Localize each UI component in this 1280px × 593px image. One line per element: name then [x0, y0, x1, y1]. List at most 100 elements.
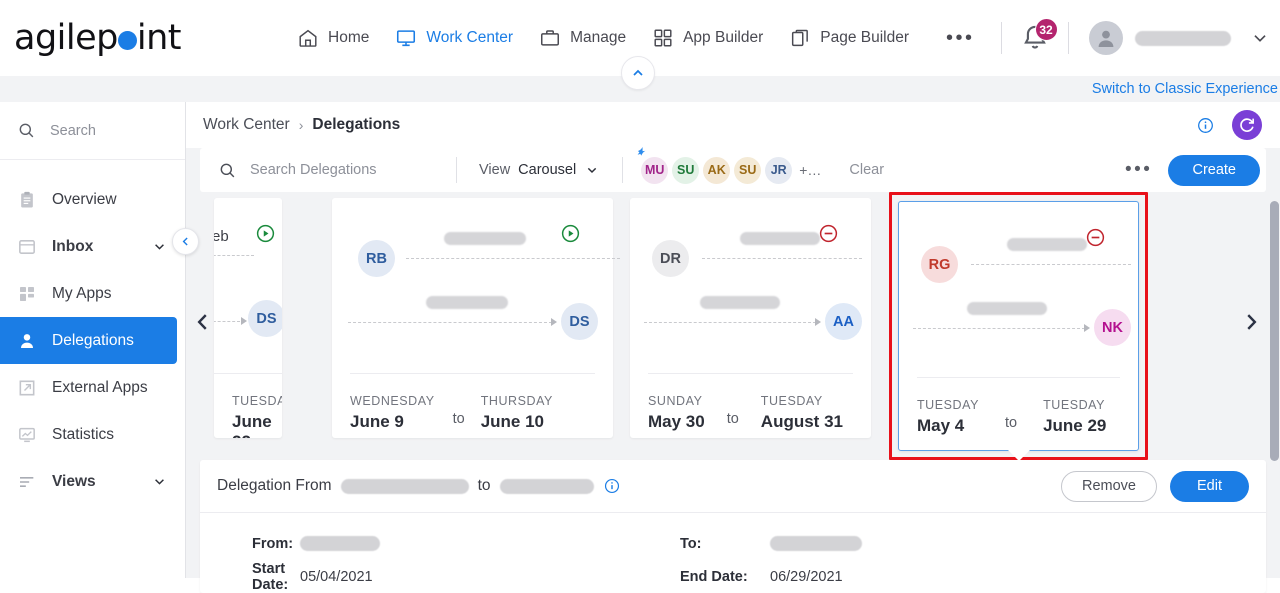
nav-item-app-builder[interactable]: App Builder — [639, 21, 776, 55]
sidebar-item-statistics-label: Statistics — [52, 425, 115, 443]
refresh-button[interactable] — [1232, 110, 1262, 140]
chevron-right-icon — [1247, 314, 1257, 330]
sidebar-item-views[interactable]: Views — [0, 458, 185, 505]
sidebar-item-external-apps-label: External Apps — [52, 378, 148, 396]
sidebar-search[interactable]: Search — [0, 102, 185, 160]
chip-su-1[interactable]: SU — [672, 156, 700, 184]
nav-item-manage[interactable]: Manage — [526, 21, 639, 55]
delegation-card-4-to-initials: NK — [1102, 319, 1123, 336]
status-inactive-minus-icon[interactable] — [818, 223, 839, 244]
left-sidebar: Search Overview Inbox My Apps Delegation… — [0, 102, 186, 578]
sidebar-item-delegations-label: Delegations — [52, 331, 134, 349]
clipboard-icon — [21, 191, 33, 207]
delegation-card-1-start-day: TUESDAY — [232, 394, 282, 408]
monitor-icon — [397, 30, 416, 47]
nav-item-home[interactable]: Home — [284, 21, 382, 55]
chip-more-button[interactable]: +… — [799, 162, 821, 178]
toolbar-right-actions: ••• Create — [1125, 154, 1260, 186]
sidebar-item-views-label: Views — [52, 472, 96, 490]
status-active-play-icon[interactable] — [560, 223, 581, 244]
nav-item-work-center[interactable]: Work Center — [382, 21, 526, 55]
chevron-down-icon[interactable] — [1249, 27, 1271, 49]
sidebar-item-inbox[interactable]: Inbox — [0, 223, 185, 270]
chip-ak[interactable]: AK — [703, 156, 731, 184]
delegation-card-2-from-avatar[interactable]: RB — [358, 240, 395, 277]
delegation-card-4-to-avatar[interactable]: NK — [1094, 309, 1131, 346]
carousel-prev-button[interactable] — [188, 302, 218, 342]
remove-button[interactable]: Remove — [1061, 470, 1157, 502]
search-delegations-input[interactable]: Search Delegations — [206, 161, 456, 180]
status-inactive-minus-icon[interactable] — [1085, 227, 1106, 248]
toolbar-more-button[interactable]: ••• — [1125, 160, 1152, 179]
info-icon[interactable] — [1196, 116, 1215, 135]
delegation-card-1-to-initials: DS — [256, 310, 277, 327]
sidebar-item-delegations[interactable]: Delegations — [0, 317, 177, 364]
detail-row-dates: Start Date: 05/04/2021 End Date: 06/29/2… — [200, 560, 1266, 593]
chip-jr-label: JR — [770, 163, 787, 177]
delegation-card-4-to-word: to — [1004, 415, 1018, 431]
nav-more-button[interactable]: ••• — [936, 28, 985, 48]
carousel-cards: eb DS TUESDAY June 22 — [214, 192, 1148, 466]
delegation-card-1-start: TUESDAY June 22 — [232, 394, 282, 438]
chip-su-2-label: SU — [739, 163, 757, 177]
carousel-next-button[interactable] — [1236, 302, 1266, 342]
delegation-card-3[interactable]: DR AA SUNDAY May 30 to TUESDAY August 31 — [630, 198, 871, 438]
chevron-left-icon — [197, 314, 207, 330]
detail-start-date-value: 05/04/2021 — [300, 568, 373, 585]
detail-title-middle: to — [477, 477, 491, 494]
card-gap-3 — [871, 198, 889, 466]
pages-icon — [792, 29, 809, 47]
delegation-card-3-end: TUESDAY August 31 — [761, 394, 843, 432]
sidebar-collapse-handle[interactable] — [172, 228, 199, 255]
detail-from-label-cell: From: — [200, 536, 300, 552]
chip-su-2[interactable]: SU — [734, 156, 762, 184]
delegation-card-4-highlight: RG NK TUESDAY May 4 to TUESDAY June 29 — [889, 192, 1148, 461]
notifications-button[interactable]: 32 — [1018, 18, 1058, 55]
delegation-card-3-end-day: TUESDAY — [760, 394, 823, 408]
delegation-card-2[interactable]: RB DS WEDNESDAY June 9 to THURSDAY June … — [332, 198, 620, 438]
nav-item-page-builder[interactable]: Page Builder — [776, 21, 922, 55]
user-avatar[interactable] — [1088, 21, 1123, 55]
delegation-card-3-to-name-redacted — [700, 296, 780, 309]
sidebar-item-overview[interactable]: Overview — [0, 176, 185, 223]
list-icon — [20, 476, 34, 487]
collapse-header-button[interactable] — [621, 56, 655, 90]
delegation-card-3-from-name-redacted — [740, 232, 820, 245]
delegation-card-3-from-avatar[interactable]: DR — [652, 240, 689, 277]
delegation-card-1[interactable]: eb DS TUESDAY June 22 — [214, 198, 282, 438]
delegation-card-3-from-initials: DR — [660, 250, 681, 267]
chip-jr[interactable]: JR — [765, 156, 793, 184]
info-icon[interactable] — [603, 477, 621, 495]
switch-to-classic-link[interactable]: Switch to Classic Experience — [1092, 81, 1280, 97]
create-button[interactable]: Create — [1168, 154, 1260, 186]
chevron-up-icon — [633, 69, 643, 76]
logo-text: agilep int — [14, 18, 182, 58]
delegation-card-3-to-avatar[interactable]: AA — [825, 303, 862, 340]
breadcrumb-parent[interactable]: Work Center — [203, 116, 290, 134]
edit-button[interactable]: Edit — [1170, 470, 1249, 502]
agilepoint-logo[interactable]: agilep int — [14, 15, 184, 61]
chevron-down-icon[interactable] — [151, 238, 168, 255]
search-icon — [220, 163, 235, 177]
delegation-card-3-arrowhead — [815, 318, 821, 326]
delegation-card-2-to-avatar[interactable]: DS — [561, 303, 598, 340]
delegation-card-4-from-avatar[interactable]: RG — [921, 246, 958, 283]
person-avatar-icon — [1098, 30, 1113, 47]
main-scrollbar-thumb[interactable] — [1270, 201, 1279, 461]
sidebar-item-statistics[interactable]: Statistics — [0, 411, 185, 458]
delegation-card-1-to-avatar[interactable]: DS — [248, 300, 282, 337]
view-selector[interactable]: View Carousel — [457, 162, 622, 178]
detail-from-label: From: — [252, 535, 294, 552]
sidebar-item-my-apps[interactable]: My Apps — [0, 270, 185, 317]
delegation-card-4[interactable]: RG NK TUESDAY May 4 to TUESDAY June 29 — [898, 201, 1139, 461]
delegation-card-3-to-word: to — [726, 411, 739, 427]
delegation-card-4-dashed-line-bottom — [913, 328, 1085, 329]
chevron-down-icon[interactable] — [151, 473, 168, 490]
view-value: Carousel — [518, 162, 577, 178]
status-active-play-icon[interactable] — [255, 223, 276, 244]
clear-filters-button[interactable]: Clear — [849, 162, 884, 178]
delegation-card-2-from-initials: RB — [366, 250, 387, 267]
detail-from-value-redacted — [300, 536, 380, 551]
sidebar-item-external-apps[interactable]: External Apps — [0, 364, 185, 411]
breadcrumb-actions — [1196, 110, 1280, 140]
